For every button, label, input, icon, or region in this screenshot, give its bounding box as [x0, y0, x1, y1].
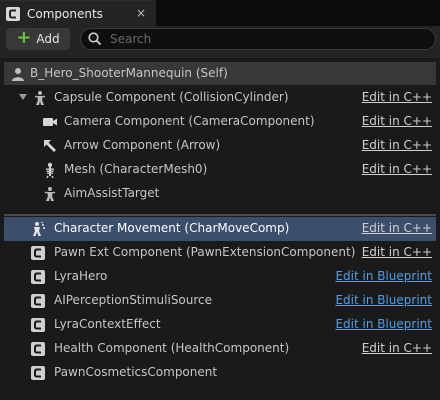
tree-row-health[interactable]: Health Component (HealthComponent) Edit …: [4, 337, 436, 361]
tree-row-aimassist[interactable]: AimAssistTarget: [4, 182, 436, 206]
component-label: Capsule Component (CollisionCylinder): [54, 90, 289, 104]
component-icon: [31, 366, 45, 380]
component-label: Health Component (HealthComponent): [54, 341, 290, 355]
edit-link[interactable]: Edit in Blueprint: [335, 269, 432, 283]
add-component-button[interactable]: + Add: [6, 28, 70, 50]
edit-link[interactable]: Edit in C++: [362, 341, 432, 355]
component-label: LyraHero: [54, 269, 108, 283]
component-label: Camera Component (CameraComponent): [64, 114, 315, 128]
root-label: B_Hero_ShooterMannequin (Self): [30, 66, 228, 80]
section-divider: [4, 214, 436, 216]
scrollbar[interactable]: [436, 58, 440, 400]
component-icon: [31, 318, 45, 332]
component-icon: [31, 342, 45, 356]
component-icon: [31, 270, 45, 284]
components-icon: [6, 6, 20, 21]
tab-bar: Components ×: [0, 0, 440, 26]
tree-row-capsule[interactable]: Capsule Component (CollisionCylinder) Ed…: [4, 86, 436, 110]
tree-row-mesh[interactable]: Mesh (CharacterMesh0) Edit in C++: [4, 158, 436, 182]
tree-row-camera[interactable]: Camera Component (CameraComponent) Edit …: [4, 110, 436, 134]
tab-title: Components: [27, 6, 103, 21]
edit-link[interactable]: Edit in Blueprint: [335, 317, 432, 331]
close-icon[interactable]: ×: [136, 6, 146, 20]
search-placeholder: Search: [110, 32, 152, 46]
expand-arrow-icon[interactable]: [18, 92, 28, 102]
plus-icon: +: [16, 27, 32, 48]
tree-row-pawn-cosmetics[interactable]: PawnCosmeticsComponent: [4, 361, 436, 385]
tab-components[interactable]: Components ×: [0, 0, 156, 26]
search-icon: [88, 32, 102, 46]
tree-row-character-movement[interactable]: Character Movement (CharMoveComp) Edit i…: [4, 217, 436, 241]
component-label: PawnCosmeticsComponent: [54, 365, 218, 379]
arrow-icon: [44, 140, 56, 152]
tree-row-context-effect[interactable]: LyraContextEffect Edit in Blueprint: [4, 313, 436, 337]
actor-icon: [12, 68, 24, 81]
edit-link[interactable]: Edit in C++: [362, 245, 432, 259]
tree-row-aiperception[interactable]: AIPerceptionStimuliSource Edit in Bluepr…: [4, 289, 436, 313]
add-button-label: Add: [36, 32, 60, 46]
tree-row-pawn-ext[interactable]: Pawn Ext Component (PawnExtensionCompone…: [4, 241, 436, 265]
component-label: Mesh (CharacterMesh0): [64, 162, 208, 176]
component-label: AimAssistTarget: [64, 186, 160, 200]
search-input[interactable]: Search: [80, 28, 436, 50]
edit-link[interactable]: Edit in C++: [362, 90, 432, 104]
edit-link[interactable]: Edit in C++: [362, 162, 432, 176]
edit-link[interactable]: Edit in C++: [362, 221, 432, 235]
component-label: Pawn Ext Component (PawnExtensionCompone…: [54, 245, 356, 259]
toolbar: + Add Search: [0, 26, 440, 58]
skeleton-icon: [46, 162, 54, 178]
component-icon: [31, 294, 45, 308]
capsule-icon: [34, 91, 46, 105]
movement-icon: [33, 221, 45, 236]
tree-row-root[interactable]: B_Hero_ShooterMannequin (Self): [4, 62, 436, 85]
component-label: Arrow Component (Arrow): [64, 138, 221, 152]
camera-icon: [43, 118, 57, 126]
component-tree: B_Hero_ShooterMannequin (Self) Capsule C…: [0, 58, 440, 400]
tree-row-lyrahero[interactable]: LyraHero Edit in Blueprint: [4, 265, 436, 289]
tree-row-arrow[interactable]: Arrow Component (Arrow) Edit in C++: [4, 134, 436, 158]
edit-link[interactable]: Edit in C++: [362, 114, 432, 128]
component-icon: [31, 246, 45, 260]
capsule-icon: [44, 187, 56, 201]
component-label: LyraContextEffect: [54, 317, 161, 331]
component-label: AIPerceptionStimuliSource: [54, 293, 213, 307]
edit-link[interactable]: Edit in Blueprint: [335, 293, 432, 307]
edit-link[interactable]: Edit in C++: [362, 138, 432, 152]
component-label: Character Movement (CharMoveComp): [54, 221, 290, 235]
